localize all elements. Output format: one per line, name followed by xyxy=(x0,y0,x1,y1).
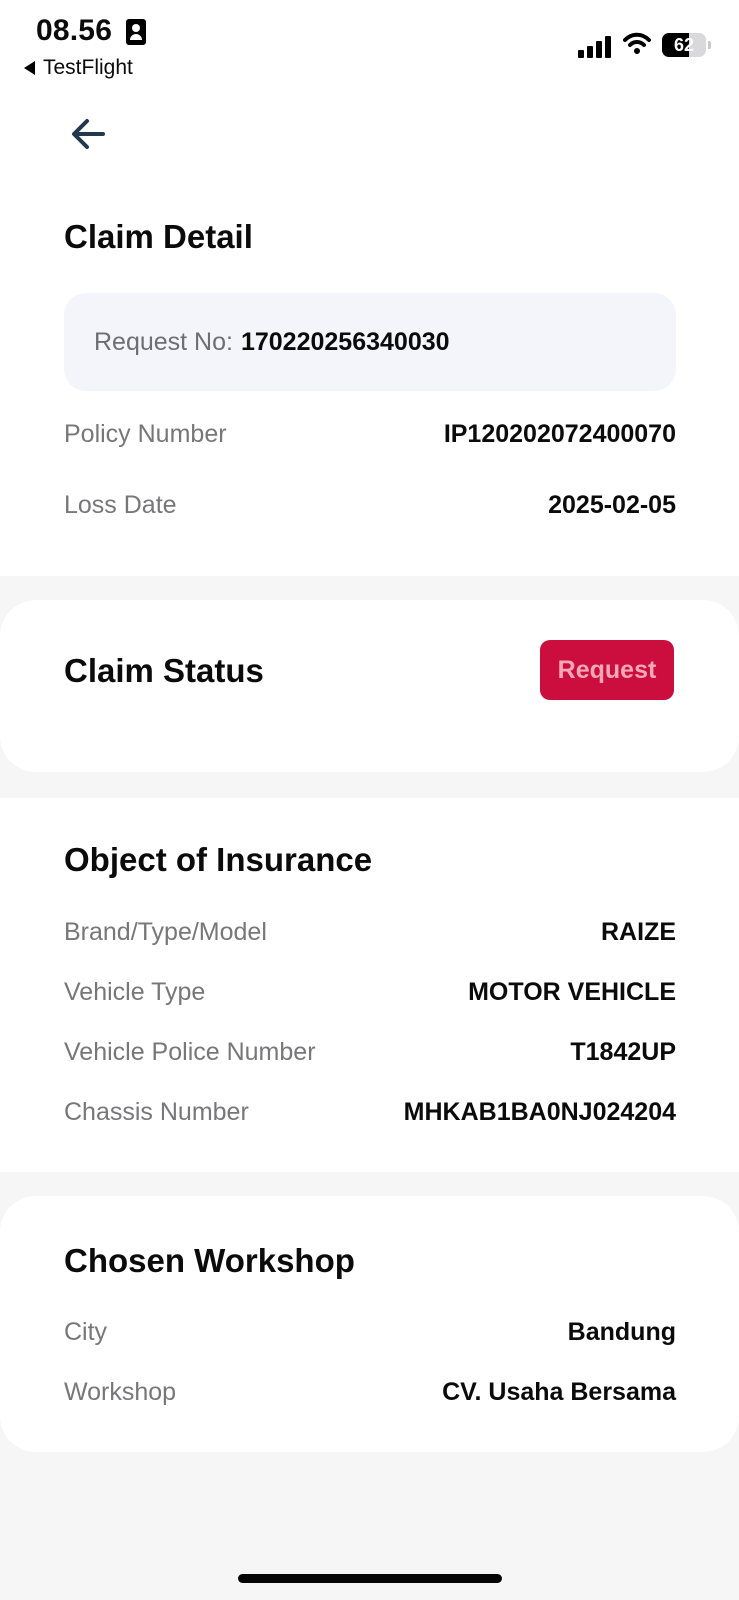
battery-tip xyxy=(708,41,711,49)
id-card-icon xyxy=(126,19,146,45)
home-indicator[interactable] xyxy=(238,1574,502,1583)
city-row: City Bandung xyxy=(64,1318,676,1347)
brand-type-model-value: RAIZE xyxy=(601,918,676,946)
vehicle-police-number-row: Vehicle Police Number T1842UP xyxy=(64,1038,676,1067)
claim-detail-section: Claim Detail Request No: 170220256340030… xyxy=(0,90,739,576)
vehicle-type-row: Vehicle Type MOTOR VEHICLE xyxy=(64,978,676,1007)
cellular-signal-icon xyxy=(578,34,614,58)
back-app-label: TestFlight xyxy=(43,56,133,79)
chassis-number-label: Chassis Number xyxy=(64,1098,249,1126)
request-number-value: 170220256340030 xyxy=(240,327,450,356)
vehicle-type-value: MOTOR VEHICLE xyxy=(468,978,676,1006)
wifi-icon xyxy=(623,32,651,54)
workshop-row: Workshop CV. Usaha Bersama xyxy=(64,1378,676,1407)
loss-date-label: Loss Date xyxy=(64,491,177,519)
brand-type-model-label: Brand/Type/Model xyxy=(64,918,267,946)
policy-number-label: Policy Number xyxy=(64,420,227,448)
status-bar: 08.56 TestFlight 62 xyxy=(0,0,739,90)
city-value: Bandung xyxy=(567,1318,676,1346)
request-number-box: Request No: 170220256340030 xyxy=(64,293,676,391)
request-number-label: Request No: xyxy=(94,327,233,356)
battery-icon: 62 xyxy=(662,33,706,57)
page-title: Claim Detail xyxy=(64,218,253,255)
chosen-workshop-title: Chosen Workshop xyxy=(64,1242,355,1279)
status-badge: Request xyxy=(540,640,674,700)
status-time: 08.56 xyxy=(36,14,113,47)
arrow-left-icon xyxy=(72,119,105,149)
loss-date-value: 2025-02-05 xyxy=(548,491,676,519)
chassis-number-value: MHKAB1BA0NJ024204 xyxy=(403,1098,676,1126)
object-of-insurance-title: Object of Insurance xyxy=(64,841,373,878)
policy-number-row: Policy Number IP120202072400070 xyxy=(64,420,676,449)
battery-level: 62 xyxy=(673,35,695,55)
back-to-app-button[interactable]: TestFlight xyxy=(24,56,133,80)
policy-number-value: IP120202072400070 xyxy=(443,420,676,448)
chosen-workshop-card: Chosen Workshop City Bandung Workshop CV… xyxy=(0,1196,739,1452)
vehicle-police-number-value: T1842UP xyxy=(570,1038,676,1066)
brand-type-model-row: Brand/Type/Model RAIZE xyxy=(64,918,676,947)
claim-status-title: Claim Status xyxy=(64,652,264,689)
object-of-insurance-section: Object of Insurance Brand/Type/Model RAI… xyxy=(0,798,739,1172)
loss-date-row: Loss Date 2025-02-05 xyxy=(64,491,676,520)
vehicle-police-number-label: Vehicle Police Number xyxy=(64,1038,316,1066)
claim-status-card: Claim Status Request xyxy=(0,600,739,772)
chassis-number-row: Chassis Number MHKAB1BA0NJ024204 xyxy=(64,1098,676,1127)
back-button[interactable] xyxy=(64,110,112,158)
workshop-label: Workshop xyxy=(64,1378,177,1406)
workshop-value: CV. Usaha Bersama xyxy=(442,1378,676,1406)
back-triangle-icon xyxy=(24,61,35,75)
city-label: City xyxy=(64,1318,108,1346)
vehicle-type-label: Vehicle Type xyxy=(64,978,206,1006)
